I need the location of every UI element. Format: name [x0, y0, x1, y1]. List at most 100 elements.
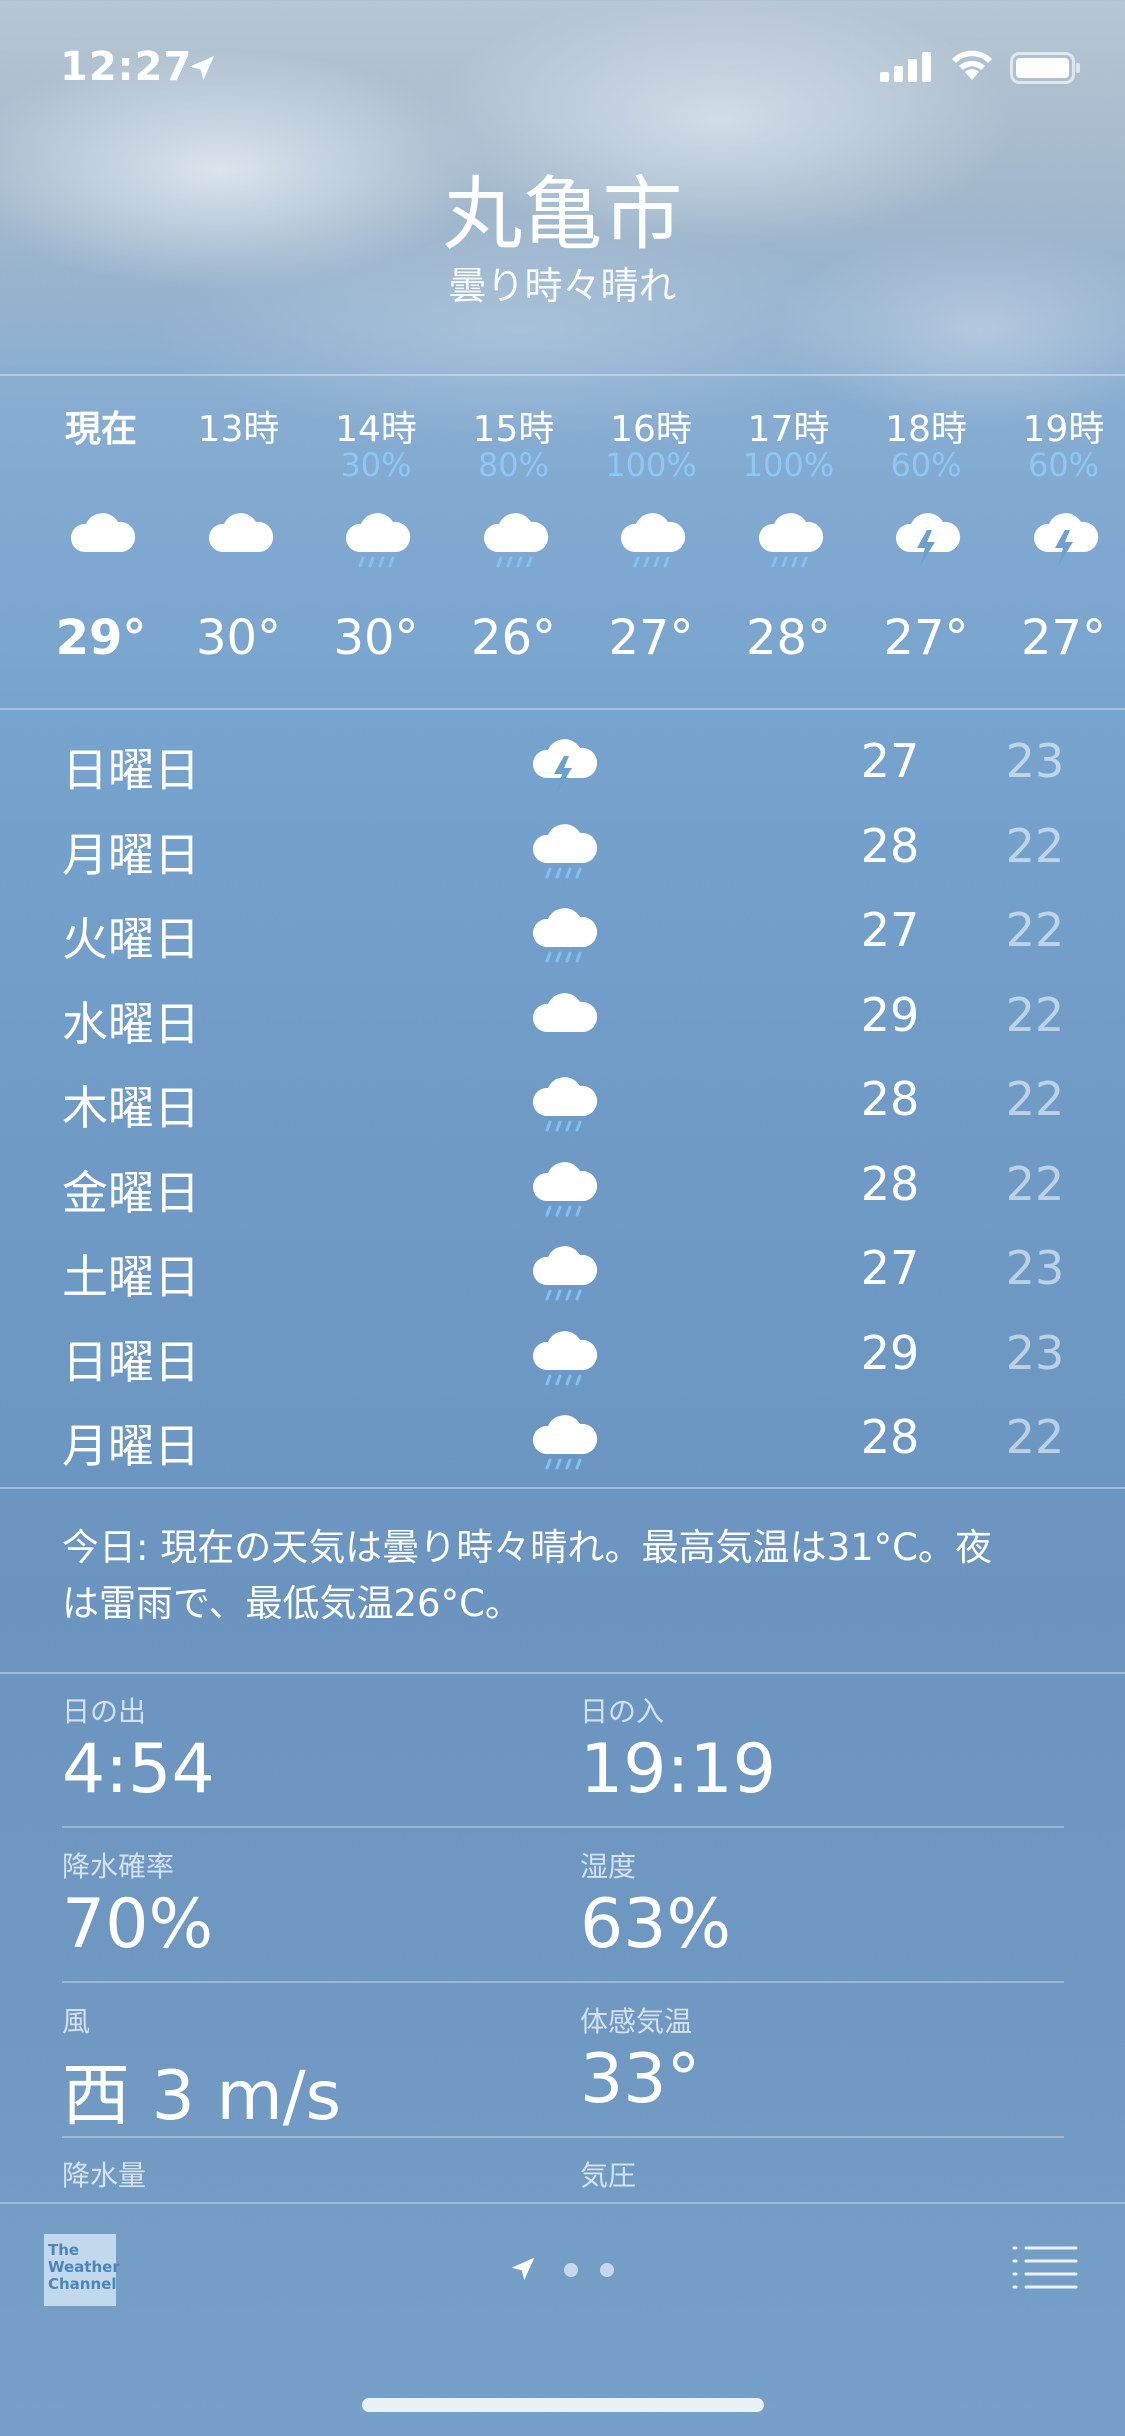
hourly-item: 13時 30° [170, 400, 308, 690]
high-temp: 28 [860, 1156, 920, 1211]
low-temp: 22 [1005, 903, 1065, 957]
hour-label: 14時 [335, 409, 417, 450]
daily-row: 火曜日 27 22 [0, 889, 1125, 973]
high-temp: 27 [860, 903, 920, 957]
hour-temp: 26° [470, 610, 557, 666]
rain-cloud-icon [758, 513, 823, 568]
daily-row: 土曜日 27 23 [0, 1227, 1125, 1311]
low-temp: 22 [1005, 1072, 1065, 1126]
day-name: 日曜日 [62, 1334, 200, 1389]
hourly-item: 15時 80% 26° [445, 400, 583, 690]
rain-cloud-icon [532, 1161, 598, 1216]
high-temp: 28 [860, 1072, 920, 1126]
thunderstorm-icon [532, 739, 598, 792]
detail-value: 33° [580, 2040, 701, 2119]
daily-forecast: 日曜日 27 23 月曜日 28 22 火曜日 27 22 水曜日 29 22 木曜日 28 22 金曜日 28… [0, 720, 1125, 1480]
detail-value: 4:54 [62, 1730, 215, 1809]
detail-label: 体感気温 [580, 2005, 693, 2038]
page-indicator[interactable] [500, 2250, 630, 2290]
daily-row: 日曜日 27 23 [0, 720, 1125, 804]
hour-label: 13時 [197, 409, 280, 450]
summary-line: は雷雨で、最低気温26°C。 [62, 1582, 522, 1625]
daily-row: 日曜日 29 23 [0, 1312, 1125, 1396]
hour-label: 16時 [610, 409, 692, 450]
weather-channel-logo[interactable]: The Weather Channel [44, 2234, 120, 2306]
hourly-item: 16時 100% 27° [582, 400, 720, 690]
high-temp: 27 [860, 734, 920, 788]
low-temp: 22 [1005, 1156, 1065, 1211]
today-summary: 今日: 現在の天気は曇り時々晴れ。最高気温は31°C。夜 は雷雨で、最低気温26… [62, 1520, 1062, 1632]
daily-row: 月曜日 28 22 [0, 1396, 1125, 1480]
page-dot [564, 2263, 578, 2277]
hour-label: 18時 [885, 409, 967, 450]
hour-temp: 29° [55, 610, 147, 666]
high-temp: 29 [860, 1325, 920, 1380]
cellular-signal-icon [880, 52, 931, 82]
hour-label: 17時 [747, 409, 830, 450]
detail-value: 19:19 [580, 1730, 776, 1809]
day-name: 土曜日 [62, 1250, 200, 1304]
detail-wind: 風 西 3 m/s [62, 2000, 341, 2139]
divider [0, 708, 1125, 710]
logo-text: Channel [48, 2275, 117, 2293]
day-name: 水曜日 [62, 996, 200, 1051]
precip-chance: 60% [1027, 446, 1100, 484]
detail-sunset: 日の入 19:19 [580, 1690, 776, 1809]
rain-cloud-icon [532, 1330, 598, 1385]
cloud-icon [70, 513, 136, 552]
detail-value: 70% [62, 1885, 214, 1964]
hourly-item: 14時 30% 30° [307, 400, 445, 690]
page-dot [600, 2263, 614, 2277]
hour-temp: 27° [883, 610, 969, 666]
detail-label: 日の出 [62, 1695, 147, 1728]
hour-temp: 30° [195, 610, 282, 666]
city-name: 丸亀市 [442, 168, 683, 261]
precip-chance: 80% [477, 446, 550, 484]
hourly-forecast[interactable]: 現在 29° 13時 30° 14時 30% 30° 15時 80% 26° 16時 100% 27° 1… [0, 400, 1125, 700]
hour-temp: 28° [745, 610, 832, 666]
detail-label: 気圧 [580, 2159, 637, 2192]
detail-precip-chance: 降水確率 70% [62, 1845, 213, 1964]
divider [62, 2136, 1064, 2138]
low-temp: 23 [1005, 1325, 1065, 1380]
hour-temp: 27° [608, 610, 694, 666]
low-temp: 23 [1005, 734, 1065, 788]
rain-cloud-icon [620, 513, 686, 568]
high-temp: 29 [860, 987, 920, 1042]
rain-cloud-icon [532, 823, 598, 878]
rain-cloud-icon [532, 908, 598, 963]
city-list-icon[interactable] [1012, 2244, 1078, 2290]
detail-value: 63% [580, 1885, 732, 1964]
precip-chance: 100% [605, 446, 697, 484]
divider [62, 1981, 1064, 1983]
day-name: 木曜日 [62, 1081, 200, 1135]
low-temp: 22 [1005, 818, 1065, 873]
home-indicator[interactable] [362, 2398, 764, 2412]
detail-label: 湿度 [580, 1850, 637, 1883]
high-temp: 28 [860, 1410, 920, 1464]
location-arrow-icon [511, 2257, 535, 2281]
status-time: 12:27 [60, 44, 193, 90]
cloud-icon [208, 513, 273, 552]
hour-label: 19時 [1022, 409, 1105, 450]
detail-label: 風 [62, 2005, 91, 2038]
detail-label: 降水確率 [62, 1850, 175, 1883]
day-name: 月曜日 [62, 1419, 200, 1473]
daily-row: 木曜日 28 22 [0, 1058, 1125, 1142]
thunderstorm-icon [895, 513, 961, 566]
detail-label: 日の入 [580, 1695, 665, 1728]
daily-row: 月曜日 28 22 [0, 805, 1125, 889]
precip-chance: 30% [340, 446, 412, 484]
hourly-item: 19時 60% 27° [995, 400, 1125, 690]
rain-cloud-icon [532, 1077, 598, 1132]
low-temp: 22 [1005, 987, 1065, 1042]
wifi-icon [952, 50, 992, 80]
divider [0, 1487, 1125, 1489]
low-temp: 22 [1005, 1410, 1065, 1464]
precip-chance: 100% [742, 446, 835, 484]
hour-label: 15時 [472, 409, 555, 450]
high-temp: 27 [860, 1241, 920, 1295]
hour-temp: 27° [1020, 610, 1107, 666]
rain-cloud-icon [345, 513, 411, 568]
rain-cloud-icon [532, 1415, 598, 1470]
